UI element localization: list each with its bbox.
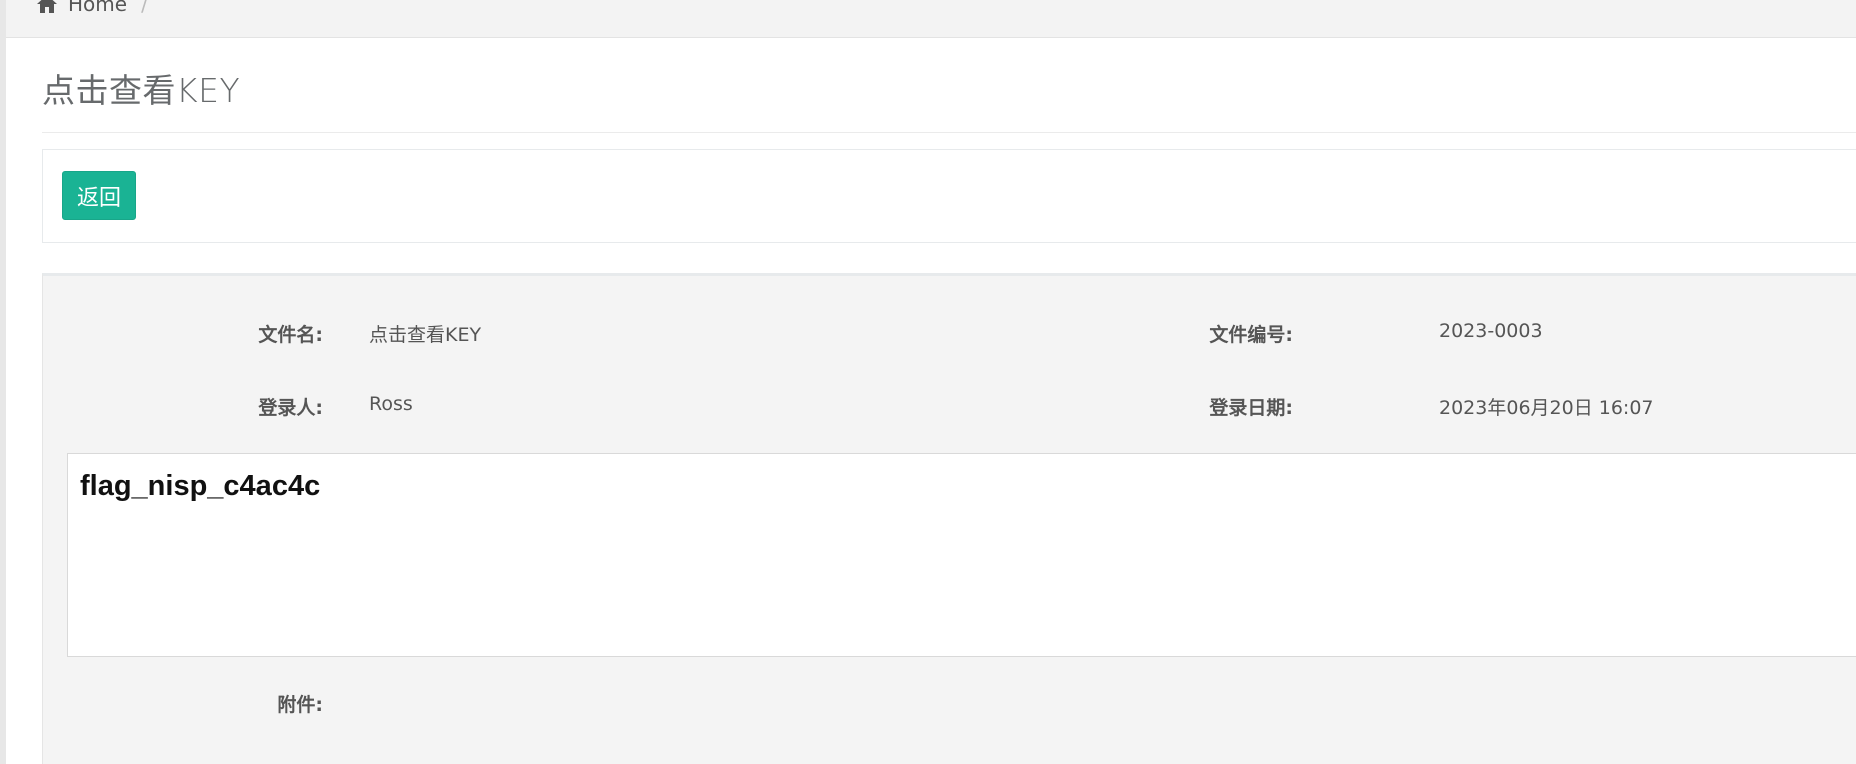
content-text: flag_nisp_c4ac4c (80, 470, 321, 502)
breadcrumb-bar: Home / (6, 0, 1856, 38)
file-number-label: 文件编号: (1209, 324, 1293, 346)
filename-value: 点击查看KEY (369, 324, 482, 346)
detail-panel: 文件名: 点击查看KEY 文件编号: 2023-0003 登录人: Ross 登… (42, 273, 1856, 764)
register-date-value: 2023年06月20日 16:07 (1439, 397, 1654, 419)
action-panel: 返回 (42, 149, 1856, 243)
page-title: 点击查看KEY (42, 71, 241, 110)
title-divider (42, 132, 1856, 133)
register-date-label: 登录日期: (1209, 397, 1293, 419)
content-area[interactable]: flag_nisp_c4ac4c (67, 453, 1856, 657)
breadcrumb-home-link[interactable]: Home (68, 0, 127, 16)
attachment-label: 附件: (277, 694, 323, 716)
registrant-value: Ross (369, 393, 413, 415)
filename-label: 文件名: (258, 324, 323, 346)
breadcrumb: Home / (36, 0, 148, 16)
breadcrumb-separator: / (141, 0, 148, 16)
file-number-value: 2023-0003 (1439, 320, 1543, 342)
back-button[interactable]: 返回 (62, 171, 136, 220)
registrant-label: 登录人: (258, 397, 323, 419)
app-frame: Home / 点击查看KEY 返回 文件名: 点击查看KEY 文件编号: 202… (0, 0, 1856, 764)
home-icon (36, 0, 58, 14)
